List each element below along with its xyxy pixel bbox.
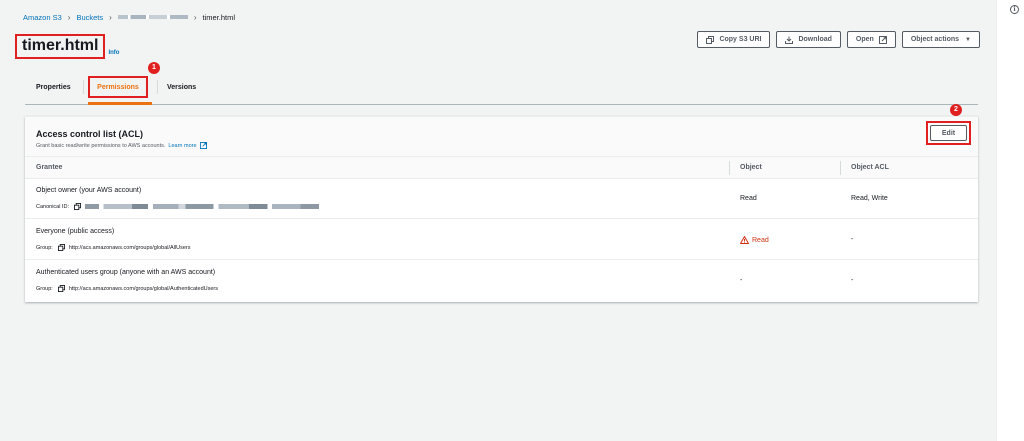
breadcrumb-current: timer.html <box>202 12 235 22</box>
table-row: Object owner (your AWS account) Canonica… <box>25 179 978 219</box>
caret-down-icon: ▼ <box>965 36 971 43</box>
canonical-id-redacted <box>85 204 320 209</box>
learn-more-link[interactable]: Learn more <box>168 143 196 149</box>
object-actions-dropdown[interactable]: Object actions ▼ <box>901 31 980 48</box>
open-label: Open <box>855 36 874 43</box>
breadcrumb-bucket-name-redacted[interactable] <box>117 15 188 19</box>
open-button[interactable]: Open <box>846 31 896 48</box>
tab-bar: Properties Permissions Versions <box>25 76 978 105</box>
grantee-name: Everyone (public access) <box>36 228 115 235</box>
acl-title: Access control list (ACL) <box>36 129 144 139</box>
object-permission: Read <box>752 236 769 244</box>
grantee-name: Authenticated users group (anyone with a… <box>36 269 216 276</box>
acl-panel: Access control list (ACL) Grant basic re… <box>25 116 978 302</box>
page-title: timer.html <box>15 34 106 59</box>
tab-permissions[interactable]: Permissions <box>88 76 148 98</box>
group-uri: http://acs.amazonaws.com/groups/global/A… <box>68 244 191 251</box>
download-label: Download <box>798 36 832 43</box>
grantee-name: Object owner (your AWS account) <box>36 187 142 194</box>
acl-table-header: Grantee Object Object ACL <box>25 157 978 179</box>
column-header-grantee: Grantee <box>36 164 63 171</box>
object-acl-permission: Read, Write <box>851 195 888 202</box>
annotation-badge-2: 2 <box>950 104 962 116</box>
column-divider <box>729 161 730 175</box>
object-acl-permission: - <box>851 277 854 284</box>
object-actions-label: Object actions <box>910 36 960 43</box>
active-tab-indicator <box>88 102 152 105</box>
grantee-detail-label: Group: <box>36 244 53 251</box>
tab-versions[interactable]: Versions <box>167 76 196 98</box>
breadcrumb-buckets[interactable]: Buckets <box>76 13 103 22</box>
column-header-object-acl: Object ACL <box>851 164 889 171</box>
right-tools-panel <box>996 0 1024 441</box>
table-row: Authenticated users group (anyone with a… <box>25 261 978 301</box>
download-button[interactable]: Download <box>776 31 841 48</box>
external-link-icon[interactable] <box>199 142 207 149</box>
grantee-detail: Group: http://acs.amazonaws.com/groups/g… <box>36 285 218 292</box>
info-circle-icon[interactable]: i <box>1010 5 1019 14</box>
group-uri: http://acs.amazonaws.com/groups/global/A… <box>68 285 219 292</box>
chevron-right-icon: › <box>193 12 197 22</box>
copy-s3-uri-button[interactable]: Copy S3 URI <box>697 31 771 48</box>
copy-icon[interactable] <box>57 244 65 251</box>
grantee-detail-label: Group: <box>36 285 53 292</box>
grantee-detail: Group: http://acs.amazonaws.com/groups/g… <box>36 244 191 251</box>
tab-properties[interactable]: Properties <box>36 76 71 98</box>
breadcrumb-amazon-s3[interactable]: Amazon S3 <box>23 13 62 22</box>
copy-icon[interactable] <box>57 285 65 292</box>
breadcrumb: Amazon S3 › Buckets › › timer.html <box>23 11 235 23</box>
page-header: timer.html Info <box>15 34 119 59</box>
grantee-detail-label: Canonical ID: <box>36 203 70 210</box>
chevron-right-icon: › <box>109 12 112 22</box>
copy-icon[interactable] <box>74 203 82 210</box>
object-permission-warning: Read <box>740 236 769 244</box>
object-acl-permission: - <box>851 236 854 243</box>
tab-divider <box>83 80 84 94</box>
chevron-right-icon: › <box>67 12 71 22</box>
acl-description: Grant basic read/write permissions to AW… <box>36 142 207 149</box>
object-permission: Read <box>740 195 757 202</box>
main-content: Amazon S3 › Buckets › › timer.html timer… <box>0 0 996 441</box>
edit-button[interactable]: Edit <box>930 125 967 141</box>
annotation-badge-1: 1 <box>148 62 160 74</box>
copy-s3-uri-label: Copy S3 URI <box>719 36 762 43</box>
info-link[interactable]: Info <box>108 50 119 56</box>
object-permission: - <box>740 277 743 284</box>
table-row: Everyone (public access) Group: http://a… <box>25 220 978 260</box>
acl-subtitle: Grant basic read/write permissions to AW… <box>36 142 166 149</box>
column-header-object: Object <box>740 164 762 171</box>
download-icon <box>785 36 794 44</box>
tab-divider <box>157 80 158 94</box>
column-divider <box>840 161 841 175</box>
acl-panel-header: Access control list (ACL) Grant basic re… <box>25 117 978 157</box>
external-link-icon <box>878 35 887 44</box>
grantee-detail: Canonical ID: <box>36 203 320 210</box>
copy-icon <box>706 35 715 44</box>
warning-triangle-icon <box>740 236 749 244</box>
object-actions-toolbar: Copy S3 URI Download Open Object actions… <box>697 31 980 48</box>
edit-button-highlight: Edit <box>926 121 971 145</box>
